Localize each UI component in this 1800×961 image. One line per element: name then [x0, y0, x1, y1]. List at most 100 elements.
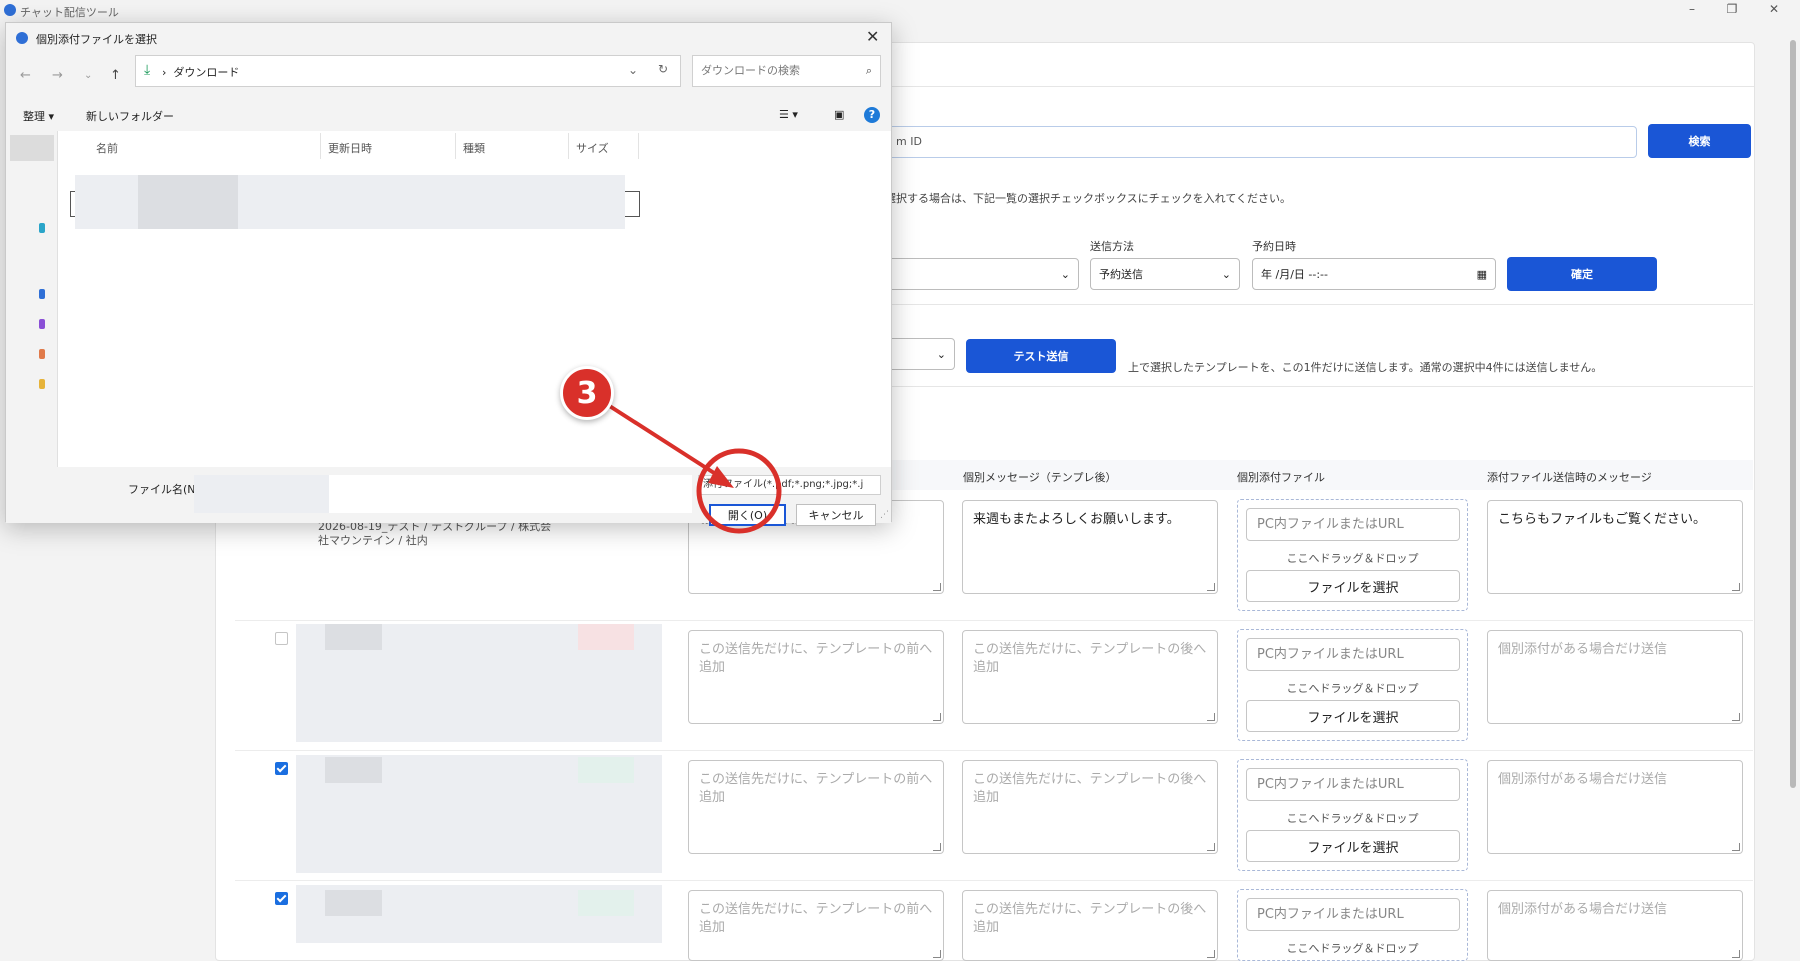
choose-file-button[interactable]: ファイルを選択 — [1246, 700, 1460, 732]
nav-item-icon[interactable] — [39, 223, 45, 233]
col-separator — [638, 133, 639, 159]
row-4-dropzone[interactable]: PC内ファイルまたはURL ここへドラッグ＆ドロップ — [1237, 889, 1468, 961]
redacted-filename — [194, 475, 329, 513]
back-arrow-icon[interactable]: ← — [20, 68, 31, 83]
col-attachment: 個別添付ファイル — [1237, 471, 1325, 484]
row-1-meta: 2026-08-19_テスト / テストグループ / 株式会社マウンテイン / … — [318, 520, 552, 547]
redacted-block — [325, 890, 382, 916]
minimize-icon[interactable]: – — [1682, 2, 1702, 16]
new-folder-button[interactable]: 新しいフォルダー — [86, 108, 174, 124]
file-open-dialog: 個別添付ファイルを選択 ✕ ← → ⌄ ↑ ⤓ › ダウンロード ⌄ ↻ ダウン… — [5, 22, 892, 526]
datetime-value: 年 /月/日 --:-- — [1261, 268, 1328, 281]
app-title: チャット配信ツール — [20, 6, 119, 19]
row-2-attach-message[interactable]: 個別添付がある場合だけ送信 — [1487, 630, 1743, 724]
chevron-down-icon: ⌄ — [1060, 267, 1070, 281]
cancel-button[interactable]: キャンセル — [796, 504, 876, 526]
file-path-input[interactable]: PC内ファイルまたはURL — [1246, 898, 1460, 931]
choose-file-button[interactable]: ファイルを選択 — [1246, 570, 1460, 602]
row-3-after-message[interactable]: この送信先だけに、テンプレートの後へ追加 — [962, 760, 1218, 854]
row-1-attach-message[interactable]: こちらもファイルもご覧ください。 — [1487, 500, 1743, 594]
address-bar[interactable]: ⤓ › ダウンロード ⌄ ↻ — [135, 55, 681, 87]
search-input[interactable]: m ID — [885, 126, 1637, 158]
dialog-bottom-bar: ファイル名(N): 添付ファイル(*.pdf;*.png;*.jpg;*.j 開… — [6, 467, 891, 526]
nav-item-icon[interactable] — [39, 289, 45, 299]
resize-grip-icon[interactable]: ⋰ — [880, 510, 889, 520]
nav-item-icon[interactable] — [39, 349, 45, 359]
close-icon[interactable]: ✕ — [866, 27, 879, 46]
step-badge: 3 — [560, 366, 614, 420]
search-icon[interactable]: ⌕ — [866, 56, 872, 86]
app-titlebar: チャット配信ツール – ❐ ✕ — [0, 0, 1800, 22]
datetime-input[interactable]: 年 /月/日 --:-- ▦ — [1252, 258, 1496, 290]
redacted-badge — [578, 624, 634, 650]
preview-pane-icon[interactable]: ▣ — [834, 108, 844, 121]
scrollbar-thumb[interactable] — [1790, 40, 1796, 788]
dialog-title: 個別添付ファイルを選択 — [36, 33, 157, 46]
row-3-dropzone[interactable]: PC内ファイルまたはURL ここへドラッグ＆ドロップ ファイルを選択 — [1237, 759, 1468, 871]
col-size[interactable]: サイズ — [576, 140, 609, 156]
row-2-after-message[interactable]: この送信先だけに、テンプレートの後へ追加 — [962, 630, 1218, 724]
row-2-dropzone[interactable]: PC内ファイルまたはURL ここへドラッグ＆ドロップ ファイルを選択 — [1237, 629, 1468, 741]
choose-file-button[interactable]: ファイルを選択 — [1246, 830, 1460, 862]
row-1-dropzone[interactable]: PC内ファイルまたはURL ここへドラッグ＆ドロップ ファイルを選択 — [1237, 499, 1468, 611]
chevron-down-icon: ⌄ — [936, 347, 946, 361]
nav-selected-item[interactable] — [10, 135, 54, 161]
row-3-attach-message[interactable]: 個別添付がある場合だけ送信 — [1487, 760, 1743, 854]
view-options-icon[interactable]: ☰ ▾ — [779, 108, 798, 121]
row-4-after-message[interactable]: この送信先だけに、テンプレートの後へ追加 — [962, 890, 1218, 961]
address-dropdown-icon[interactable]: ⌄ — [628, 63, 638, 77]
template-select[interactable]: ⌄ — [885, 258, 1079, 290]
col-name[interactable]: 名前 — [96, 140, 118, 156]
filename-input[interactable] — [194, 475, 692, 513]
open-button[interactable]: 開く(O) — [709, 504, 786, 526]
forward-arrow-icon[interactable]: → — [52, 68, 63, 83]
close-window-icon[interactable]: ✕ — [1764, 2, 1784, 16]
dialog-search-input[interactable]: ダウンロードの検索 ⌕ — [692, 55, 881, 87]
section-divider-2 — [885, 386, 1753, 387]
row-4-before-message[interactable]: この送信先だけに、テンプレートの前へ追加 — [688, 890, 944, 961]
search-button[interactable]: 検索 — [1648, 124, 1751, 158]
test-recipient-select[interactable]: ⌄ — [885, 338, 955, 370]
nav-item-icon[interactable] — [39, 379, 45, 389]
row-3-checkbox[interactable] — [275, 762, 288, 775]
section-divider — [885, 304, 1753, 305]
col-modified[interactable]: 更新日時 — [328, 140, 372, 156]
row-3-before-message[interactable]: この送信先だけに、テンプレートの前へ追加 — [688, 760, 944, 854]
navigation-pane[interactable] — [6, 131, 58, 467]
up-arrow-icon[interactable]: ↑ — [110, 68, 121, 83]
filetype-select[interactable]: 添付ファイル(*.pdf;*.png;*.jpg;*.j — [698, 475, 881, 495]
dialog-titlebar: 個別添付ファイルを選択 ✕ — [6, 23, 891, 53]
redacted-block — [138, 175, 238, 229]
row-4-attach-message[interactable]: 個別添付がある場合だけ送信 — [1487, 890, 1743, 961]
filename-label: ファイル名(N): — [128, 483, 204, 496]
col-separator — [568, 133, 569, 159]
method-select[interactable]: 予約送信 ⌄ — [1090, 258, 1240, 290]
file-path-input[interactable]: PC内ファイルまたはURL — [1246, 508, 1460, 541]
col-type[interactable]: 種類 — [463, 140, 485, 156]
confirm-button[interactable]: 確定 — [1507, 257, 1657, 291]
recent-chevron-icon[interactable]: ⌄ — [84, 70, 92, 81]
file-path-input[interactable]: PC内ファイルまたはURL — [1246, 768, 1460, 801]
row-2-before-message[interactable]: この送信先だけに、テンプレートの前へ追加 — [688, 630, 944, 724]
nav-item-icon[interactable] — [39, 319, 45, 329]
file-path-input[interactable]: PC内ファイルまたはURL — [1246, 638, 1460, 671]
redacted-badge — [578, 757, 634, 783]
row-4-checkbox[interactable] — [275, 892, 288, 905]
row-1-after-message[interactable]: 来週もまたよろしくお願いします。 — [962, 500, 1218, 594]
test-send-button[interactable]: テスト送信 — [966, 339, 1116, 373]
row-2-checkbox[interactable] — [275, 632, 288, 645]
file-list[interactable]: 名前 更新日時 種類 サイズ — [58, 131, 891, 467]
dialog-app-icon — [16, 32, 28, 44]
download-icon: ⤓ — [144, 62, 151, 78]
calendar-icon[interactable]: ▦ — [1477, 268, 1487, 281]
dropzone-text: ここへドラッグ＆ドロップ — [1286, 812, 1419, 825]
restore-icon[interactable]: ❐ — [1722, 2, 1742, 16]
help-icon[interactable]: ? — [864, 107, 880, 123]
refresh-icon[interactable]: ↻ — [658, 62, 668, 76]
chevron-down-icon: ⌄ — [1221, 267, 1231, 281]
col-separator — [320, 133, 321, 159]
row-divider — [235, 620, 1753, 621]
redacted-block — [325, 757, 382, 783]
organize-menu[interactable]: 整理 ▾ — [23, 108, 54, 124]
redacted-block — [325, 624, 382, 650]
